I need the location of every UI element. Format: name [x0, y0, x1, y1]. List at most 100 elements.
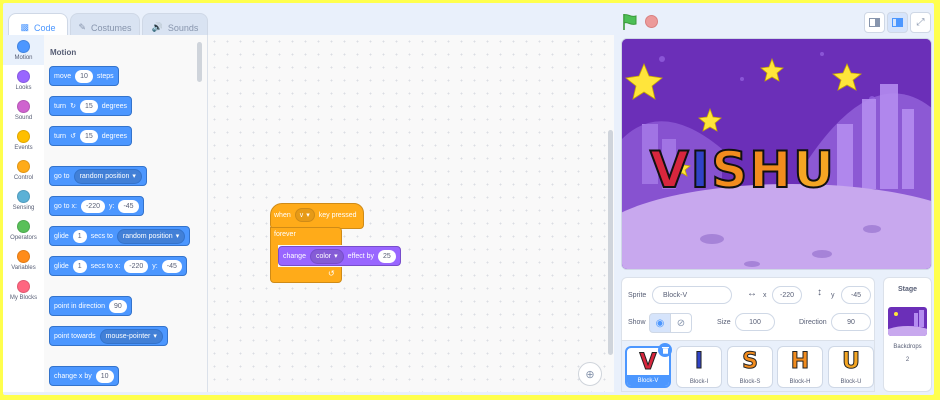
block-point-towards[interactable]: point towards mouse-pointer ▾	[49, 326, 168, 346]
dropdown-arrow-icon: ▾	[153, 333, 157, 340]
motion-dot-icon	[17, 39, 30, 53]
category-control[interactable]: Control	[3, 155, 44, 185]
show-sprite-button[interactable]: ◉	[649, 313, 671, 333]
category-operators[interactable]: Operators	[3, 215, 44, 245]
show-label: Show	[628, 319, 646, 326]
code-icon: ▩	[20, 22, 29, 32]
sprite-name-label: Sprite	[628, 292, 647, 299]
category-my-blocks[interactable]: My Blocks	[3, 275, 44, 305]
sprite-thumbnail: I	[694, 349, 704, 375]
sprite-tile[interactable]: S Block-S	[727, 346, 773, 388]
glide-xy-secs-input[interactable]: 1	[72, 259, 87, 273]
stage-letter-h: H	[748, 140, 792, 200]
point-towards-dropdown[interactable]: mouse-pointer ▾	[99, 328, 163, 344]
direction-input[interactable]: 90	[831, 313, 871, 331]
turn-left-degrees-input[interactable]: 15	[79, 129, 98, 143]
change-effect-block[interactable]: change color ▾ effect by 25	[278, 246, 401, 266]
delete-sprite-button[interactable]	[658, 343, 672, 357]
normal-stage-button[interactable]	[887, 12, 908, 33]
block-move-steps[interactable]: move 10 steps	[49, 66, 119, 86]
go-to-y-input[interactable]: -45	[118, 199, 139, 213]
go-to-dropdown[interactable]: random position ▾	[73, 168, 142, 184]
dropdown-arrow-icon: ▾	[132, 173, 136, 180]
steps-input[interactable]: 10	[75, 69, 93, 83]
category-motion[interactable]: Motion	[3, 35, 44, 65]
block-go-to-xy[interactable]: go to x: -220 y: -45	[49, 196, 144, 216]
sensing-dot-icon	[17, 189, 30, 203]
category-sound[interactable]: Sound	[3, 95, 44, 125]
turn-right-degrees-input[interactable]: 15	[79, 99, 98, 113]
y-position-input[interactable]: -45	[841, 286, 871, 304]
sprite-thumbnail: U	[842, 349, 861, 375]
y-label: y	[831, 292, 835, 299]
direction-input[interactable]: 90	[108, 299, 127, 313]
stage-letter-v: V	[649, 140, 690, 200]
sprite-tile[interactable]: H Block-H	[777, 346, 823, 388]
category-sensing[interactable]: Sensing	[3, 185, 44, 215]
normal-stage-icon	[892, 18, 903, 27]
backdrops-count: 2	[905, 357, 910, 363]
go-to-x-input[interactable]: -220	[80, 199, 105, 213]
block-point-in-direction[interactable]: point in direction 90	[49, 296, 132, 316]
category-events[interactable]: Events	[3, 125, 44, 155]
sprite-tile-name: Block-I	[689, 378, 709, 385]
size-input[interactable]: 100	[735, 313, 775, 331]
stage-letter-s: S	[710, 140, 748, 200]
glide-to-dropdown[interactable]: random position ▾	[116, 228, 186, 244]
category-menu: Motion Looks Sound Events Control Sensin…	[3, 35, 45, 392]
zoom-in-button[interactable]: ⊕	[578, 362, 602, 386]
sprite-name-input[interactable]: Block-V	[652, 286, 732, 304]
sound-dot-icon	[17, 99, 30, 113]
backdrop-thumbnail	[888, 307, 927, 336]
block-go-to[interactable]: go to random position ▾	[49, 166, 147, 186]
zoom-in-icon: ⊕	[585, 368, 595, 381]
change-x-input[interactable]: 10	[95, 369, 114, 383]
y-arrows-icon: ↕	[817, 287, 822, 298]
effect-amount-input[interactable]: 25	[378, 249, 396, 263]
key-dropdown[interactable]: v ▾	[294, 208, 315, 222]
green-flag-icon[interactable]	[622, 13, 638, 36]
category-variables[interactable]: Variables	[3, 245, 44, 275]
fullscreen-icon: ⤢	[916, 17, 925, 28]
x-arrows-icon: ↔	[747, 288, 757, 299]
sprite-tile[interactable]: U Block-U	[828, 346, 874, 388]
speaker-icon: 🔊	[151, 22, 163, 32]
dropdown-arrow-icon: ▾	[175, 233, 180, 240]
backdrops-label: Backdrops	[893, 344, 922, 350]
loop-arrow-icon: ↺	[328, 269, 335, 278]
block-glide-to[interactable]: glide 1 secs to random position ▾	[49, 226, 191, 246]
category-looks[interactable]: Looks	[3, 65, 44, 95]
hide-sprite-button[interactable]: ⊘	[670, 313, 692, 333]
rotate-right-icon: ↻	[70, 103, 76, 110]
glide-x-input[interactable]: -220	[124, 259, 149, 273]
sprite-tile-name: Block-H	[789, 378, 811, 385]
stop-icon[interactable]	[645, 15, 658, 28]
events-dot-icon	[17, 129, 30, 143]
dropdown-arrow-icon: ▾	[306, 212, 310, 219]
brush-icon: ✎	[78, 22, 87, 32]
block-turn-right[interactable]: turn ↻ 15 degrees	[49, 96, 133, 116]
small-stage-button[interactable]	[864, 12, 885, 33]
block-turn-left[interactable]: turn ↺ 15 degrees	[49, 126, 133, 146]
direction-label: Direction	[799, 319, 827, 326]
dropdown-arrow-icon: ▾	[334, 253, 338, 260]
stage-canvas[interactable]: V I S H U	[621, 38, 932, 270]
palette-scrollbar[interactable]	[197, 42, 202, 82]
fullscreen-button[interactable]: ⤢	[910, 12, 931, 33]
sprite-tile[interactable]: I Block-I	[676, 346, 722, 388]
small-stage-icon	[869, 18, 880, 27]
x-position-input[interactable]: -220	[772, 286, 802, 304]
script-workspace[interactable]	[208, 35, 614, 392]
stage-letter-i: I	[690, 140, 711, 200]
glide-secs-input[interactable]: 1	[72, 229, 87, 243]
workspace-scrollbar[interactable]	[608, 130, 613, 355]
sprite-tile-name: Block-V	[627, 375, 669, 386]
looks-dot-icon	[17, 69, 30, 83]
block-change-x[interactable]: change x by 10	[49, 366, 119, 386]
variables-dot-icon	[17, 249, 30, 263]
glide-y-input[interactable]: -45	[161, 259, 182, 273]
effect-dropdown[interactable]: color ▾	[309, 248, 344, 264]
forever-label: forever	[274, 231, 296, 238]
control-dot-icon	[17, 159, 30, 173]
block-glide-xy[interactable]: glide 1 secs to x: -220 y: -45	[49, 256, 187, 276]
